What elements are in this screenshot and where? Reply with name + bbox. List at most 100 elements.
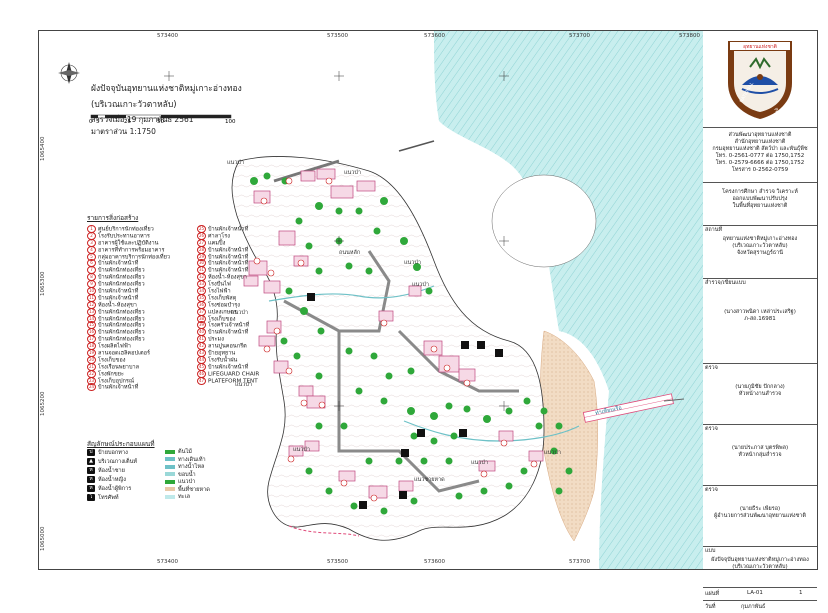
legend-item: 29 บ้านพักเจ้าหน้าที่ (197, 252, 259, 261)
national-park-logo: อุทยานแห่งชาติ NATIONAL PARK THAILAND (728, 41, 796, 121)
legend-item: 23 โรงเก็บอุปกรณ์ (87, 376, 170, 385)
tel-2: โทร. 0-2579-6666 ต่อ 1750,1752 (715, 160, 805, 166)
symbol-swatch (165, 472, 175, 476)
legend-item: 15 บ้านพักนักท่องเที่ยว (87, 321, 170, 330)
fax: โทรสาร 0-2562-0759 (731, 167, 789, 173)
area-label: แนวป่า (412, 282, 429, 288)
coord-top-4: 573700 (569, 33, 590, 39)
legend-item: 28 บ้านพักเจ้าหน้าที่ (197, 245, 259, 254)
place-line-2: (บริเวณเกาะวัวตาหลับ) (732, 243, 788, 249)
checker-2-title: หัวหน้ากลุ่มสำรวจ (738, 452, 782, 458)
sheet-number: LA-01 (747, 590, 763, 596)
legend-item: 42 ลานปูนคอนกรีต (197, 342, 259, 351)
coord-top-1: 573400 (157, 33, 178, 39)
surveyor-id: ภ-สถ.16981 (744, 316, 776, 322)
area-label: แนวป่า (544, 450, 561, 456)
scale-tick: 0 (89, 119, 93, 125)
coord-bottom-3: 573600 (424, 559, 445, 565)
date-value: กุมภาพันธ์ (741, 604, 766, 610)
symbol-swatch (165, 479, 175, 484)
coord-bottom-4: 573700 (569, 559, 590, 565)
legend-item: 46 LIFEGUARD CHAIR (197, 369, 259, 378)
legend-item: 30 บ้านพักเจ้าหน้าที่ (197, 259, 259, 268)
coord-bottom-1: 573400 (157, 559, 178, 565)
island-white (491, 174, 597, 268)
org-box: ส่วนพัฒนาอุทยานแห่งชาติ สำนักอุทยานแห่งช… (703, 128, 817, 183)
date-label: วันที่ (705, 604, 716, 610)
legend-item: 32 ห้องน้ำ-ห้องสุขา (197, 273, 259, 282)
checker-3-name: (นายธีระ เพียรอ) (739, 506, 781, 512)
symbol-icon: โ (87, 494, 95, 501)
map-title-block: ผังปัจจุบันอุทยานแห่งชาติหมู่เกาะอ่างทอง… (91, 81, 291, 138)
checker-2-name: (นายประภาส บุตรพิพล) (731, 445, 789, 451)
check-box-3: ตรวจ (นายธีระ เพียรอ) ผู้อำนวยการส่วนพัฒ… (703, 486, 817, 547)
legend-item: 33 โรงปั่นไฟ (197, 280, 259, 289)
logo-right-text: PARK THAILAND (772, 107, 795, 121)
project-line-2: ออกแบบพัฒนาปรับปรุง (732, 196, 788, 202)
logo-top-text: อุทยานแห่งชาติ (743, 43, 777, 50)
legend-col-left: 1 ศูนย์บริการนักท่องเที่ยว 2 โรงรับประทานอา… (87, 225, 170, 392)
legend-item: 41 ประมง (197, 335, 259, 344)
symbol-label: บริเวณกางเต็นท์ (98, 459, 138, 465)
symbol-icon: ห (87, 476, 95, 483)
symbol-label: ห้องน้ำผู้พิการ (98, 486, 132, 492)
legend-item: 11 บ้านพักเจ้าหน้าที่ (87, 293, 170, 302)
coord-bottom-2: 573500 (327, 559, 348, 565)
symbols-header: สัญลักษณ์ประกอบแผนที่ (87, 440, 155, 448)
plan-line-2: (บริเวณเกาะวัวตาหลับ) (732, 564, 788, 570)
legend-item: 5 กลุ่มอาคารบริการนักท่องเที่ยว (87, 252, 170, 261)
symbol-label: โทรศัพท์ (98, 495, 119, 501)
coord-top-3: 573600 (424, 33, 445, 39)
beach-label: แนวชายหาด (414, 477, 445, 483)
logo-box: อุทยานแห่งชาติ NATIONAL PARK THAILAND (703, 31, 817, 128)
legend-item: 47 PLATEFORM TENT (197, 376, 259, 385)
check-label-3: ตรวจ (705, 487, 718, 493)
symbol-label: ขอบน้ำ (178, 471, 196, 478)
area-label: แนวป่า (227, 160, 244, 166)
symbol-swatch (165, 464, 175, 469)
legend-item: 17 บ้านพักนักท่องเที่ยว (87, 335, 170, 344)
coord-left-3: 1065200 (40, 391, 46, 417)
symbol-label: ทะเล (178, 494, 191, 500)
symbol-item: หห้องน้ำผู้พิการ (87, 485, 137, 494)
legend-item: 43 ป้ายอุทยาน (197, 349, 259, 358)
symbol-icon: ป (87, 449, 95, 456)
surveyor-name: (นางสาวพนิดา เหล่าประเสริฐ) (724, 309, 796, 315)
symbol-item: ทางน้ำไหล (165, 464, 210, 472)
place-line-1: อุทยานแห่งชาติหมู่เกาะอ่างทอง (722, 236, 798, 242)
legend-item: 8 บ้านพักนักท่องเที่ยว (87, 273, 170, 282)
project-box: โครงการศึกษา สำรวจ วิเคราะห์ ออกแบบพัฒนา… (703, 183, 817, 226)
map-frame: 573400 573500 573600 573700 573800 57340… (38, 30, 705, 570)
scale-tick: 100 (225, 119, 236, 125)
symbol-label: พื้นที่ชายหาด (178, 486, 210, 493)
symbols-col-left: ปป้ายบอกทาง ▲ บริเวณกางเต็นท์หห้องน้ำชายหห… (87, 449, 137, 503)
checker-1-name: (นายภูมิชัย ปักกลาง) (735, 384, 785, 390)
legend-item: 25 บ้านพักเจ้าหน้าที่ (197, 225, 259, 233)
north-arrow-icon (58, 62, 80, 84)
legend-item: 34 โรงไฟฟ้า (197, 287, 259, 296)
legend-item: 13 บ้านพักนักท่องเที่ยว (87, 307, 170, 316)
legend-item: 21 โรงเรือนพยาบาล (87, 362, 170, 371)
symbol-item: พื้นที่ชายหาด (165, 487, 210, 495)
legend-item: 18 โรงผลิตไฟฟ้า (87, 342, 170, 351)
map-subtitle: (บริเวณเกาะวัวตาหลับ) (91, 100, 177, 110)
coord-top-5: 573800 (679, 33, 700, 39)
legend-item: 2 โรงรับประทานอาหาร (87, 231, 170, 240)
area-label: แนวป่า (344, 170, 361, 176)
road-label-line (398, 140, 435, 152)
legend-item: 40 บ้านพักเจ้าหน้าที่ (197, 328, 259, 337)
legend-item: 14 บ้านพักนักท่องเที่ยว (87, 314, 170, 323)
legend-item: 44 โรงรับน้ำฝน (197, 355, 259, 364)
legend-item: 35 โรงเก็บพัสดุ (197, 293, 259, 302)
legend-number: 24 (87, 383, 96, 392)
legend-label: PLATEFORM TENT (208, 378, 258, 385)
legend-label: บ้านพักเจ้าหน้าที่ (98, 384, 139, 391)
symbols-col-right: ต้นไม้ ทางเดินเท้า ทางน้ำไหล ขอบน้ำ แนวป่า พื… (165, 449, 210, 502)
project-line-1: โครงการศึกษา สำรวจ วิเคราะห์ (722, 189, 798, 195)
legend-item: 4 อาคารที่ทำการพร้อมอาคาร (87, 245, 170, 254)
symbol-item: หห้องน้ำชาย (87, 467, 137, 476)
symbol-item: ทะเล (165, 494, 210, 502)
survey-date: สำรวจเมื่อ 19 กุมภาพันธ์ 2561 (91, 115, 194, 124)
symbol-swatch (165, 457, 175, 461)
date-box: วันที่ กุมภาพันธ์ (703, 601, 817, 613)
